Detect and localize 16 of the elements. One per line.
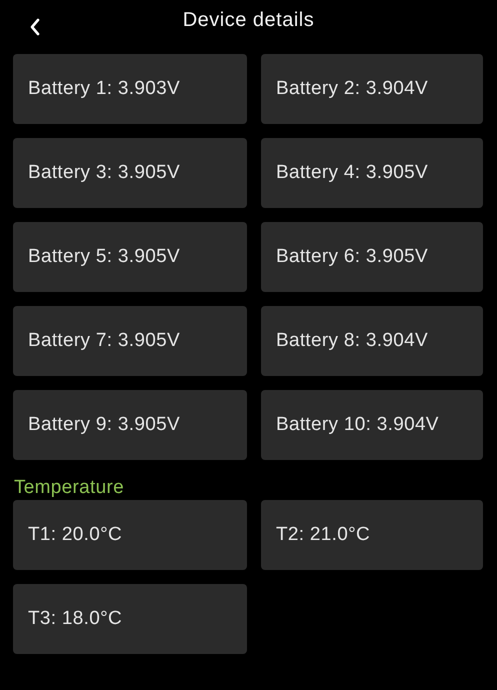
battery-voltage-card: Battery 3: 3.905V bbox=[13, 138, 247, 208]
battery-voltage-card: Battery 5: 3.905V bbox=[13, 222, 247, 292]
battery-voltage-card: Battery 2: 3.904V bbox=[261, 54, 483, 124]
battery-voltage-card: Battery 6: 3.905V bbox=[261, 222, 483, 292]
battery-voltage-card: Battery 8: 3.904V bbox=[261, 306, 483, 376]
battery-voltage-card: Battery 7: 3.905V bbox=[13, 306, 247, 376]
battery-voltage-card: Battery 9: 3.905V bbox=[13, 390, 247, 460]
temperature-card: T3: 18.0°C bbox=[13, 584, 247, 654]
battery-voltage-card: Battery 4: 3.905V bbox=[261, 138, 483, 208]
section-heading: Temperature bbox=[14, 477, 124, 498]
battery-voltage-card: Battery 1: 3.903V bbox=[13, 54, 247, 124]
back-icon[interactable] bbox=[29, 17, 41, 37]
battery-voltage-card: Battery 10: 3.904V bbox=[261, 390, 483, 460]
temperature-card: T2: 21.0°C bbox=[261, 500, 483, 570]
page-title: Device details bbox=[182, 9, 314, 32]
temperature-card: T1: 20.0°C bbox=[13, 500, 247, 570]
